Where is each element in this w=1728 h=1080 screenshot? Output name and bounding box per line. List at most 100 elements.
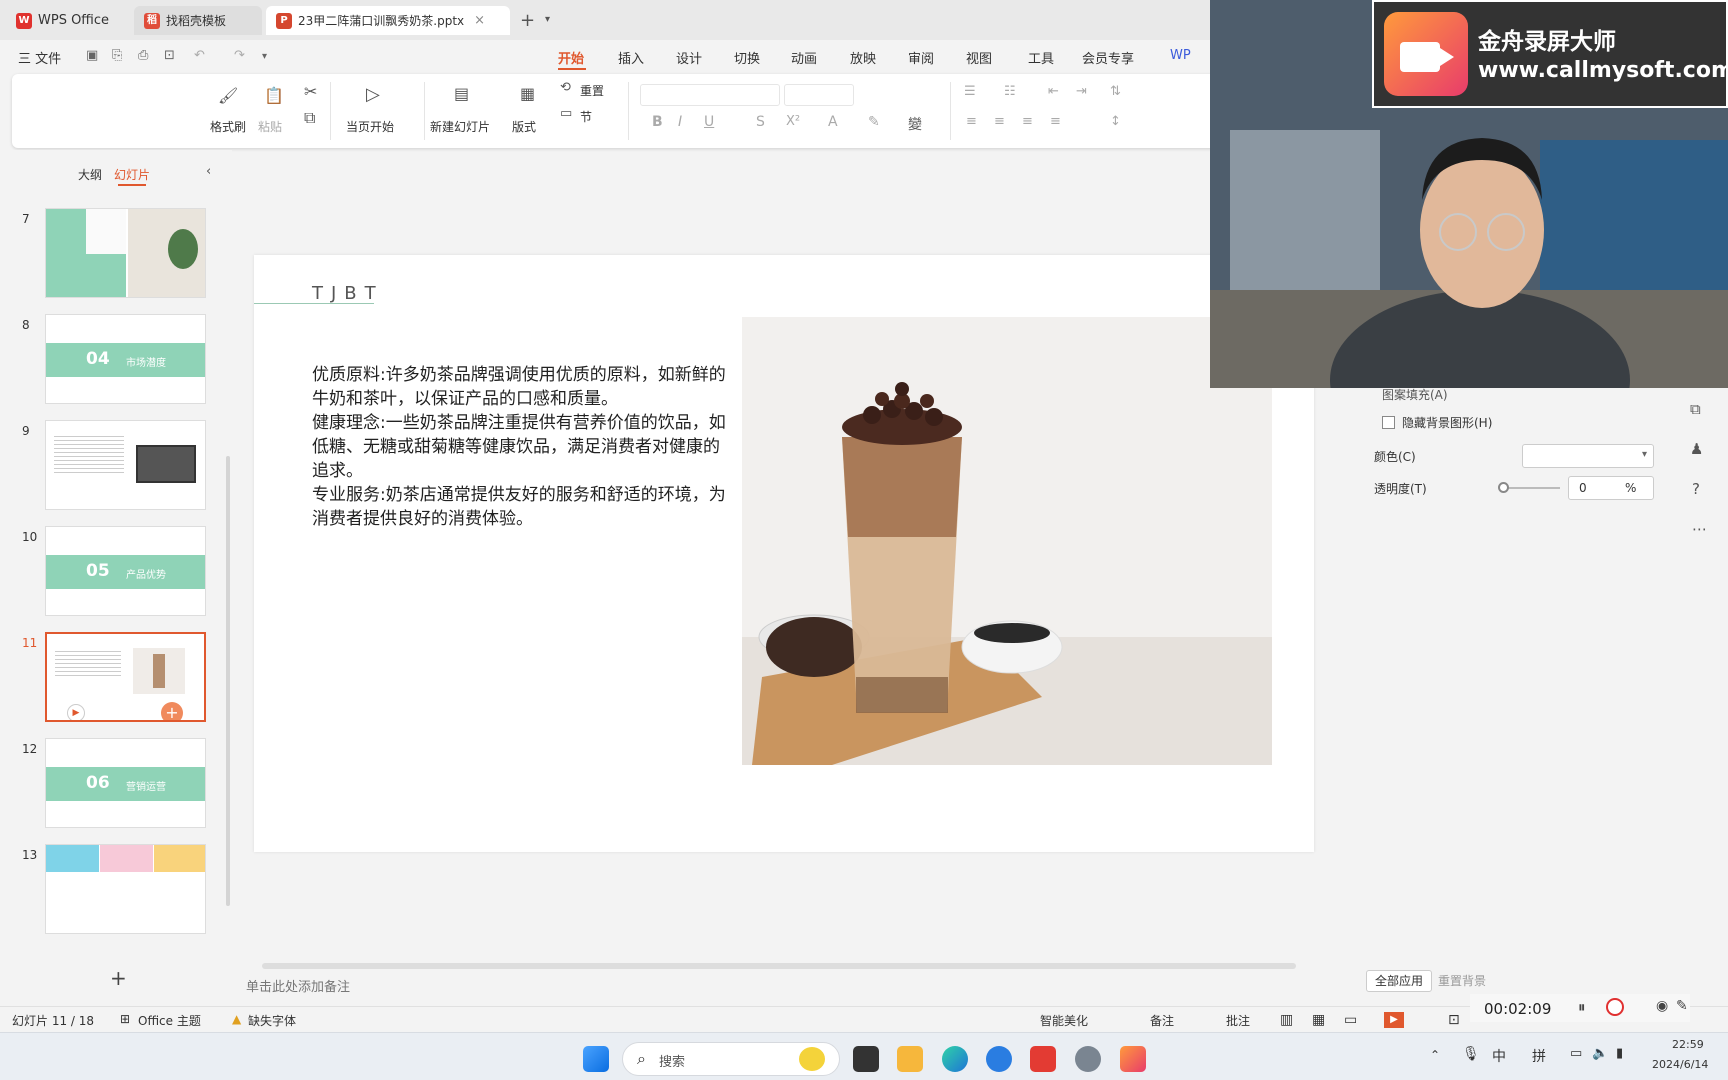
task-view-icon[interactable]	[853, 1046, 879, 1072]
windows-start-icon[interactable]	[583, 1046, 609, 1072]
reset-bg-button[interactable]: 重置背景	[1438, 972, 1486, 989]
reset-button[interactable]: 重置	[580, 82, 604, 99]
color-select[interactable]: ▾	[1522, 444, 1654, 468]
tab-home[interactable]: 开始	[558, 48, 584, 67]
slide-thumbnail-12[interactable]: 06 营销运营	[45, 738, 206, 828]
tab-view[interactable]: 视图	[966, 48, 992, 67]
redo-icon[interactable]: ↷	[234, 48, 245, 63]
add-slide-icon[interactable]: +	[161, 702, 183, 720]
kugou-icon[interactable]	[986, 1046, 1012, 1072]
normal-view-icon[interactable]: ▥	[1280, 1012, 1293, 1028]
tab-wps-office[interactable]: W WPS Office	[6, 6, 134, 35]
slide-thumbnail-9[interactable]	[45, 420, 206, 510]
slide-thumbnail-10[interactable]: 05 产品优势	[45, 526, 206, 616]
hide-bg-checkbox[interactable]	[1382, 416, 1395, 429]
tab-list-chevron-icon[interactable]: ▾	[545, 14, 550, 25]
notes-placeholder[interactable]: 单击此处添加备注	[246, 976, 350, 995]
file-explorer-icon[interactable]	[897, 1046, 923, 1072]
close-tab-icon[interactable]: ×	[474, 13, 485, 28]
paste-button[interactable]: 粘贴	[258, 118, 282, 135]
slider-handle[interactable]	[1498, 482, 1509, 493]
volume-icon[interactable]: 🔈	[1592, 1046, 1608, 1061]
slide-title[interactable]: TJBT	[312, 283, 384, 304]
tab-insert[interactable]: 插入	[618, 48, 644, 67]
horizontal-scrollbar[interactable]	[262, 963, 1296, 969]
battery-icon[interactable]: ▮	[1616, 1046, 1623, 1061]
export-icon[interactable]: ⎘	[112, 48, 122, 63]
pen-icon[interactable]: ✎	[1676, 998, 1688, 1014]
tab-design[interactable]: 设计	[676, 48, 702, 67]
add-slide-button[interactable]: +	[110, 966, 127, 990]
new-tab-icon[interactable]: +	[520, 10, 535, 31]
play-slideshow-icon[interactable]: ▶	[1384, 1012, 1404, 1028]
print-preview-icon[interactable]: ⊡	[164, 48, 175, 63]
missing-font-button[interactable]: 缺失字体	[248, 1012, 296, 1029]
slides-tab[interactable]: 幻灯片	[114, 166, 150, 183]
copy-icon[interactable]: ⧉	[304, 108, 315, 128]
tab-review[interactable]: 审阅	[908, 48, 934, 67]
wps-taskbar-icon[interactable]	[1030, 1046, 1056, 1072]
bold-icon[interactable]: B	[652, 114, 663, 130]
from-current-button[interactable]: 当页开始	[346, 118, 394, 135]
font-family-select[interactable]	[640, 84, 780, 106]
pause-icon[interactable]: ⏸	[1578, 998, 1586, 1016]
undo-icon[interactable]: ↶	[194, 48, 205, 63]
clock-date[interactable]: 2024/6/14	[1652, 1058, 1708, 1071]
fit-window-icon[interactable]: ⊡	[1448, 1012, 1460, 1028]
apply-all-button[interactable]: 全部应用	[1366, 970, 1432, 992]
theme-name[interactable]: Office 主题	[138, 1012, 201, 1029]
align-right-icon[interactable]: ≡	[1022, 114, 1033, 129]
slide-thumbnail-13[interactable]	[45, 844, 206, 934]
recorder-taskbar-icon[interactable]	[1120, 1046, 1146, 1072]
quick-access-chevron-icon[interactable]: ▾	[262, 51, 267, 62]
change-case-icon[interactable]: 變	[908, 114, 922, 134]
tab-template[interactable]: 稻 找稻壳模板	[134, 6, 262, 35]
print-icon[interactable]: ⎙	[138, 48, 148, 63]
help-icon[interactable]: ?	[1692, 480, 1700, 498]
cut-icon[interactable]: ✂	[304, 82, 317, 101]
slide-body-text[interactable]: 优质原料:许多奶茶品牌强调使用优质的原料，如新鲜的牛奶和茶叶，以保证产品的口感和…	[312, 363, 732, 531]
new-slide-button[interactable]: 新建幻灯片	[430, 118, 490, 135]
sorter-view-icon[interactable]: ▦	[1312, 1012, 1325, 1028]
slide-thumbnail-11-selected[interactable]: ▶ +	[45, 632, 206, 722]
superscript-icon[interactable]: X²	[786, 114, 800, 129]
line-spacing-icon[interactable]: ↕	[1110, 114, 1121, 129]
more-icon[interactable]: ⋯	[1692, 520, 1707, 538]
tab-tools[interactable]: 工具	[1028, 48, 1054, 67]
screenshot-icon[interactable]: ◉	[1656, 998, 1668, 1014]
indent-decrease-icon[interactable]: ⇤	[1048, 84, 1059, 99]
format-painter-button[interactable]: 格式刷	[210, 118, 246, 135]
justify-icon[interactable]: ≡	[1050, 114, 1061, 129]
tab-slideshow[interactable]: 放映	[850, 48, 876, 67]
ime-pinyin[interactable]: 拼	[1532, 1046, 1546, 1066]
bullets-icon[interactable]: ☰	[964, 84, 976, 99]
milk-tea-photo[interactable]	[742, 317, 1272, 765]
tab-transition[interactable]: 切换	[734, 48, 760, 67]
tab-member[interactable]: 会员专享	[1082, 48, 1134, 67]
outline-tab[interactable]: 大纲	[78, 166, 102, 183]
slide-canvas[interactable]: TJBT 优质原料:许多奶茶品牌强调使用优质的原料，如新鲜的牛奶和茶叶，以保证产…	[254, 255, 1314, 852]
play-slide-icon[interactable]: ▶	[67, 704, 85, 720]
slide-thumbnail-7[interactable]	[45, 208, 206, 298]
reading-view-icon[interactable]: ▭	[1344, 1012, 1357, 1028]
transparency-input[interactable]: 0 %	[1568, 476, 1654, 500]
shirt-icon[interactable]: ♟	[1690, 440, 1703, 458]
layout-button[interactable]: 版式	[512, 118, 536, 135]
indent-increase-icon[interactable]: ⇥	[1076, 84, 1087, 99]
tab-wps-ai[interactable]: WP	[1170, 48, 1191, 63]
align-center-icon[interactable]: ≡	[994, 114, 1005, 129]
thumbnail-scrollbar[interactable]	[226, 456, 230, 906]
beautify-button[interactable]: 智能美化	[1040, 1012, 1088, 1029]
highlight-icon[interactable]: ✎	[868, 114, 880, 130]
collapse-pane-chevron-icon[interactable]: ‹	[206, 164, 211, 179]
comment-button[interactable]: 批注	[1226, 1012, 1250, 1029]
transparency-slider[interactable]	[1500, 487, 1560, 489]
section-button[interactable]: 节	[580, 108, 592, 125]
taskbar-search[interactable]: ⌕ 搜索	[622, 1042, 840, 1076]
notes-button[interactable]: 备注	[1150, 1012, 1174, 1029]
file-menu[interactable]: 三 文件	[18, 48, 61, 67]
tray-chevron-icon[interactable]: ⌃	[1430, 1048, 1440, 1062]
stop-record-icon[interactable]	[1606, 998, 1624, 1016]
font-size-select[interactable]	[784, 84, 854, 106]
ime-mode-chinese[interactable]: 中	[1492, 1046, 1506, 1066]
